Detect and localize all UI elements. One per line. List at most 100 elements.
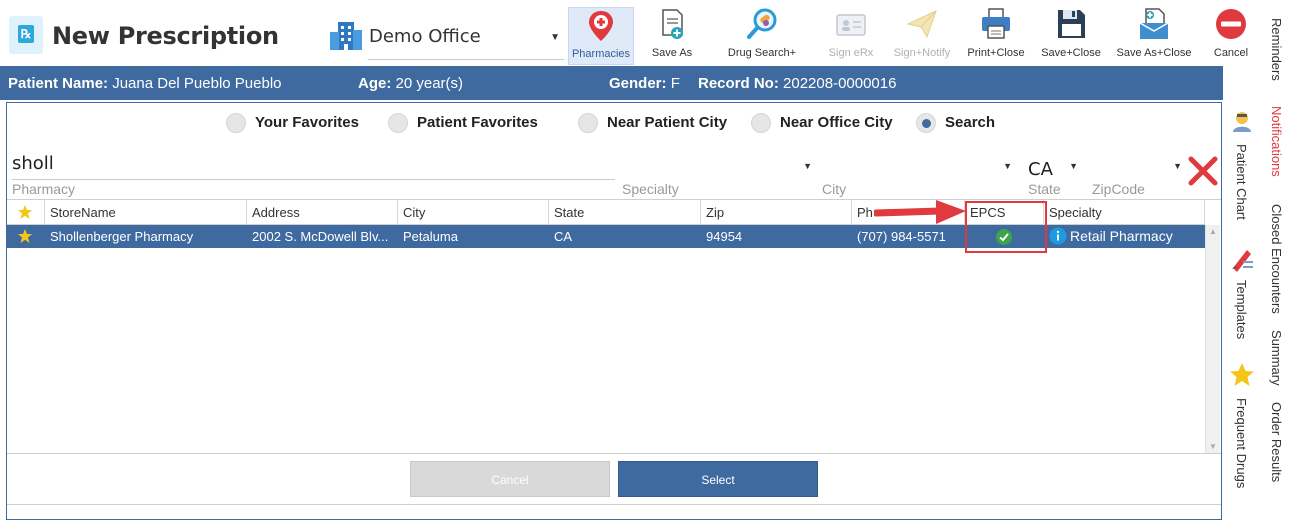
save-close-button[interactable]: Save+Close bbox=[1037, 7, 1105, 65]
printer-icon bbox=[982, 8, 1010, 39]
radio-circle-icon bbox=[751, 113, 771, 133]
sign-erx-icon bbox=[836, 14, 866, 36]
column-header-zip[interactable]: Zip bbox=[701, 200, 852, 225]
sign-notify-label: Sign+Notify bbox=[893, 47, 951, 59]
save-as-icon bbox=[662, 9, 683, 39]
drug-search-button[interactable]: Drug Search+ bbox=[718, 7, 806, 65]
column-header-specialty[interactable]: Specialty bbox=[1044, 200, 1205, 225]
patient-gender-field: Gender: F bbox=[609, 75, 680, 92]
column-header-city[interactable]: City bbox=[398, 200, 549, 225]
pharmacy-name-input[interactable]: sholl Pharmacy bbox=[12, 149, 615, 197]
radio-label: Near Office City bbox=[780, 114, 893, 131]
patient-name-value: Juana Del Pueblo Pueblo bbox=[112, 75, 282, 92]
tab-patient-chart[interactable]: Patient Chart bbox=[1234, 144, 1249, 220]
column-header-state[interactable]: State bbox=[549, 200, 701, 225]
column-header-address[interactable]: Address bbox=[247, 200, 398, 225]
tab-frequent-drugs[interactable]: Frequent Drugs bbox=[1234, 398, 1249, 488]
star-icon bbox=[18, 205, 32, 219]
city-select[interactable]: ▼ City bbox=[822, 149, 1012, 197]
specialty-text: Retail Pharmacy bbox=[1070, 228, 1173, 244]
chevron-down-icon: ▼ bbox=[1069, 161, 1078, 171]
radio-circle-icon bbox=[578, 113, 598, 133]
column-header-storename[interactable]: StoreName bbox=[45, 200, 247, 225]
sign-erx-button[interactable]: Sign eRx bbox=[822, 7, 880, 65]
divider bbox=[7, 504, 1221, 505]
cancel-label: Cancel bbox=[1213, 47, 1249, 59]
clear-filters-icon[interactable] bbox=[1187, 155, 1219, 187]
info-icon[interactable] bbox=[1049, 227, 1067, 245]
save-as-button[interactable]: Save As bbox=[640, 7, 704, 65]
cell-storename: Shollenberger Pharmacy bbox=[50, 229, 194, 244]
star-icon bbox=[18, 229, 32, 243]
pharmacy-name-label: Pharmacy bbox=[12, 181, 76, 197]
zipcode-label: ZipCode bbox=[1092, 181, 1145, 197]
print-close-label: Print+Close bbox=[967, 47, 1025, 59]
page-title: New Prescription bbox=[52, 22, 279, 50]
grid-scrollbar[interactable]: ▲ ▼ bbox=[1205, 225, 1220, 453]
pharmacy-search-panel: Your Favorites Patient Favorites Near Pa… bbox=[6, 102, 1222, 520]
tab-closed-encounters[interactable]: Closed Encounters bbox=[1269, 204, 1284, 314]
radio-selected-icon bbox=[916, 113, 936, 133]
sign-erx-label: Sign eRx bbox=[828, 47, 874, 59]
patient-record-value: 202208-0000016 bbox=[783, 75, 897, 92]
drug-search-icon bbox=[747, 8, 777, 39]
star-icon bbox=[1230, 363, 1254, 386]
cell-phone: (707) 984-5571 bbox=[857, 229, 946, 244]
tab-notifications[interactable]: Notifications bbox=[1269, 106, 1284, 177]
scroll-down-icon[interactable]: ▼ bbox=[1209, 442, 1217, 451]
tab-reminders[interactable]: Reminders bbox=[1269, 18, 1284, 81]
radio-label: Near Patient City bbox=[607, 114, 728, 131]
select-button[interactable]: Select bbox=[618, 461, 818, 497]
tab-order-results[interactable]: Order Results bbox=[1269, 402, 1284, 482]
favorite-column-header[interactable] bbox=[7, 200, 45, 225]
patient-name-field: Patient Name: Juana Del Pueblo Pueblo bbox=[8, 75, 282, 92]
patient-age-label: Age: bbox=[358, 75, 392, 92]
cell-zip: 94954 bbox=[706, 229, 743, 244]
cell-state: CA bbox=[554, 229, 573, 244]
pharmacy-name-value: sholl bbox=[12, 153, 54, 174]
inner-side-panel: Patient Chart Templates Frequent Drugs bbox=[1225, 102, 1261, 520]
city-label: City bbox=[822, 181, 847, 197]
chevron-down-icon: ▼ bbox=[1003, 161, 1012, 171]
cancel-button[interactable]: Cancel bbox=[1206, 7, 1256, 65]
tab-summary[interactable]: Summary bbox=[1269, 330, 1284, 386]
pharmacies-button[interactable]: Pharmacies bbox=[568, 7, 634, 65]
search-mode-radio-group: Your Favorites Patient Favorites Near Pa… bbox=[7, 103, 1221, 143]
specialty-label: Specialty bbox=[622, 181, 679, 197]
favorite-cell[interactable] bbox=[7, 225, 45, 248]
dialog-cancel-button[interactable]: Cancel bbox=[410, 461, 610, 497]
chevron-down-icon: ▼ bbox=[550, 32, 560, 43]
chevron-down-icon: ▼ bbox=[803, 161, 812, 171]
cancel-icon bbox=[1216, 9, 1246, 39]
epcs-highlight-box bbox=[965, 201, 1047, 253]
patient-age-value: 20 year(s) bbox=[395, 75, 464, 92]
patient-record-label: Record No: bbox=[698, 75, 779, 92]
state-label: State bbox=[1028, 181, 1061, 197]
cell-city: Petaluma bbox=[403, 229, 458, 244]
specialty-select[interactable]: ▼ Specialty bbox=[622, 149, 812, 197]
save-as-label: Save As bbox=[651, 47, 693, 59]
top-toolbar: ℞ New Prescription Demo Office ▼ Pharmac… bbox=[0, 0, 1262, 66]
sign-notify-button[interactable]: Sign+Notify bbox=[888, 7, 956, 65]
scroll-up-icon[interactable]: ▲ bbox=[1209, 227, 1217, 236]
prescription-app-icon: ℞ bbox=[9, 16, 43, 54]
radio-label: Patient Favorites bbox=[417, 114, 538, 131]
templates-icon bbox=[1232, 250, 1253, 272]
save-close-label: Save+Close bbox=[1041, 47, 1101, 59]
chevron-down-icon: ▼ bbox=[1173, 161, 1182, 171]
office-select[interactable]: Demo Office ▼ bbox=[368, 10, 564, 60]
save-as-close-button[interactable]: Save As+Close bbox=[1111, 7, 1197, 65]
print-close-button[interactable]: Print+Close bbox=[962, 7, 1030, 65]
radio-label: Your Favorites bbox=[255, 114, 359, 131]
patient-gender-value: F bbox=[670, 75, 680, 92]
tab-templates[interactable]: Templates bbox=[1234, 280, 1249, 339]
radio-label: Search bbox=[945, 114, 996, 131]
radio-circle-icon bbox=[388, 113, 408, 133]
annotation-arrow-icon bbox=[874, 200, 966, 224]
patient-gender-label: Gender: bbox=[609, 75, 667, 92]
drug-search-label: Drug Search+ bbox=[727, 47, 797, 59]
cell-address: 2002 S. McDowell Blv... bbox=[252, 229, 389, 244]
zipcode-select[interactable]: ▼ ZipCode bbox=[1092, 149, 1182, 197]
state-select[interactable]: CA ▼ State bbox=[1028, 149, 1078, 197]
patient-name-label: Patient Name: bbox=[8, 75, 109, 92]
